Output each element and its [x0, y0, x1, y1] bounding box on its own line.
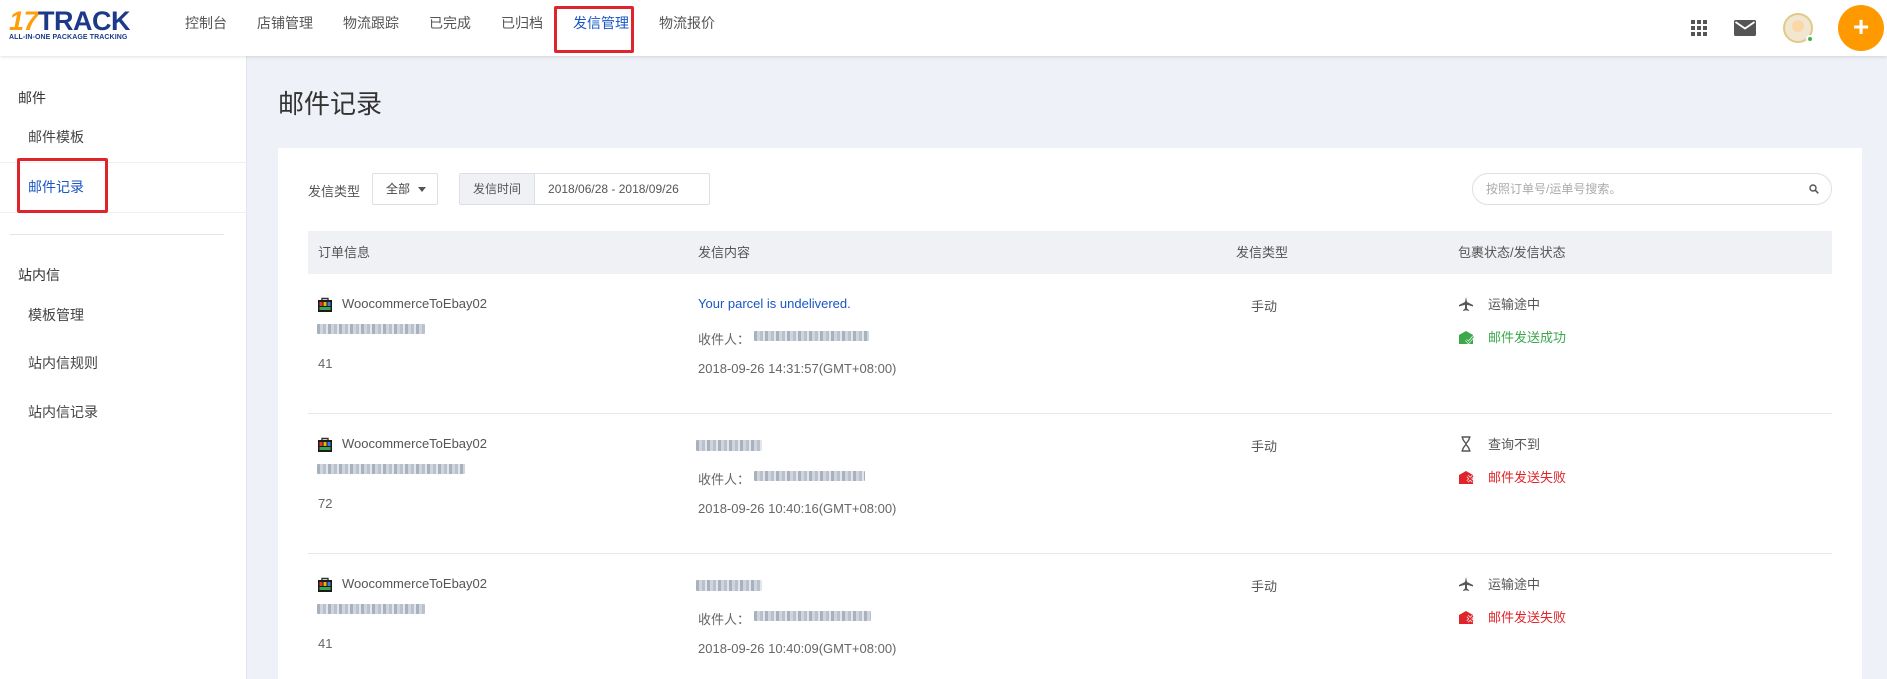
sidebar-item-message-records[interactable]: 站内信记录: [0, 388, 246, 436]
mail-fail-icon: [1459, 610, 1474, 624]
send-type: 手动: [1251, 299, 1278, 314]
header-actions: +: [1691, 0, 1887, 56]
nav-item-archived[interactable]: 已归档: [486, 0, 558, 56]
date-range-label: 发信时间: [460, 174, 536, 204]
send-time: 2018-09-26 10:40:16(GMT+08:00): [698, 501, 897, 516]
logo-number: 17: [9, 6, 39, 36]
send-type-select[interactable]: 全部: [372, 173, 438, 205]
search-input[interactable]: [1473, 174, 1793, 204]
table-row[interactable]: WoocommerceToEbay02 41 收件人： 2018-09-26 1…: [308, 554, 1832, 679]
hourglass-icon: [1461, 435, 1471, 452]
mail-status: 邮件发送成功: [1458, 327, 1566, 346]
table-row[interactable]: WoocommerceToEbay02 72 收件人： 2018-09-26 1…: [308, 414, 1832, 554]
message-subject-redacted[interactable]: [696, 440, 762, 451]
annotation-highlight-nav: [554, 6, 634, 53]
store-icon: [318, 297, 332, 312]
nav-item-completed[interactable]: 已完成: [414, 0, 486, 56]
order-count: 72: [318, 496, 333, 511]
store-name: WoocommerceToEbay02: [342, 576, 487, 591]
receiver-redacted: [754, 331, 869, 341]
message-subject-link[interactable]: Your parcel is undelivered.: [698, 296, 851, 311]
mail-success-icon: [1459, 330, 1474, 344]
filter-type-label: 发信类型: [308, 184, 361, 199]
mail-status-text: 邮件发送失败: [1488, 610, 1567, 625]
mail-fail-icon: [1459, 470, 1474, 484]
sidebar-item-message-rules[interactable]: 站内信规则: [0, 339, 246, 387]
mail-status: 邮件发送失败: [1458, 467, 1566, 486]
receiver-label: 收件人：: [698, 332, 751, 347]
date-range-input[interactable]: 2018/06/28 - 2018/09/26: [535, 174, 709, 204]
send-time: 2018-09-26 10:40:09(GMT+08:00): [698, 641, 897, 656]
receiver-redacted: [754, 611, 871, 621]
order-count: 41: [318, 636, 333, 651]
logo-wordmark: 17TRACK: [9, 7, 139, 35]
column-header-status: 包裹状态/发信状态: [1458, 245, 1566, 260]
nav-item-logistics-tracking[interactable]: 物流跟踪: [328, 0, 414, 56]
column-header-content: 发信内容: [698, 245, 751, 260]
order-number-redacted: [317, 324, 425, 334]
order-number-redacted: [317, 604, 425, 614]
records-card: 发信类型 全部 发信时间 2018/06/28 - 2018/09/26 订单信…: [278, 148, 1862, 679]
mail-status: 邮件发送失败: [1458, 607, 1566, 626]
store-icon: [318, 437, 332, 452]
store-name: WoocommerceToEbay02: [342, 296, 487, 311]
order-number-redacted: [317, 464, 465, 474]
nav-item-shipping-quote[interactable]: 物流报价: [644, 0, 730, 56]
sidebar-group-mail: 邮件: [18, 90, 46, 106]
user-avatar[interactable]: [1783, 13, 1814, 43]
add-button[interactable]: +: [1838, 5, 1884, 51]
receiver-label: 收件人：: [698, 612, 751, 627]
column-header-order-info: 订单信息: [318, 245, 371, 260]
send-time: 2018-09-26 14:31:57(GMT+08:00): [698, 361, 897, 376]
apps-grid-icon[interactable]: [1691, 20, 1707, 36]
search-box: [1472, 173, 1832, 205]
annotation-highlight-sidebar: [17, 158, 108, 213]
send-type: 手动: [1251, 439, 1278, 454]
mail-status-text: 邮件发送失败: [1488, 470, 1567, 485]
nav-item-store-management[interactable]: 店铺管理: [242, 0, 328, 56]
page-title: 邮件记录: [278, 89, 383, 119]
search-icon[interactable]: [1809, 184, 1819, 194]
nav-item-dashboard[interactable]: 控制台: [170, 0, 242, 56]
receiver-redacted: [754, 471, 865, 481]
store-name: WoocommerceToEbay02: [342, 436, 487, 451]
package-status: 运输途中: [1458, 574, 1540, 593]
logo[interactable]: 17TRACK ALL-IN-ONE PACKAGE TRACKING: [9, 7, 139, 43]
sidebar-item-template-management[interactable]: 模板管理: [0, 291, 246, 339]
package-status-text: 运输途中: [1488, 297, 1541, 312]
package-status-text: 运输途中: [1488, 577, 1541, 592]
store-icon: [318, 577, 332, 592]
sidebar-group-onsite-messages: 站内信: [18, 267, 60, 283]
sidebar-divider: [10, 234, 224, 235]
main-nav: 控制台 店铺管理 物流跟踪 已完成 已归档 发信管理 物流报价: [170, 0, 730, 56]
send-type-value: 全部: [386, 182, 411, 196]
receiver-label: 收件人：: [698, 472, 751, 487]
chevron-down-icon: [418, 187, 426, 192]
message-subject-redacted[interactable]: [696, 580, 762, 591]
top-bar: 17TRACK ALL-IN-ONE PACKAGE TRACKING 控制台 …: [0, 0, 1887, 56]
airplane-icon: [1459, 296, 1473, 311]
airplane-icon: [1459, 576, 1473, 591]
sidebar: 邮件 邮件模板 邮件记录 站内信 模板管理 站内信规则 站内信记录: [0, 56, 247, 679]
mail-status-text: 邮件发送成功: [1488, 330, 1567, 345]
package-status: 查询不到: [1458, 434, 1540, 453]
online-status-dot: [1806, 35, 1814, 43]
order-count: 41: [318, 356, 333, 371]
mail-icon[interactable]: [1734, 20, 1756, 36]
sidebar-item-mail-templates[interactable]: 邮件模板: [0, 113, 246, 161]
table-row[interactable]: WoocommerceToEbay02 41 Your parcel is un…: [308, 274, 1832, 414]
table-header: 订单信息 发信内容 发信类型 包裹状态/发信状态: [308, 231, 1832, 274]
logo-tagline: ALL-IN-ONE PACKAGE TRACKING: [9, 34, 128, 41]
package-status: 运输途中: [1458, 294, 1540, 313]
date-range-filter: 发信时间 2018/06/28 - 2018/09/26: [459, 173, 711, 205]
package-status-text: 查询不到: [1488, 437, 1541, 452]
send-type: 手动: [1251, 579, 1278, 594]
column-header-send-type: 发信类型: [1236, 245, 1289, 260]
logo-text: TRACK: [38, 6, 131, 36]
